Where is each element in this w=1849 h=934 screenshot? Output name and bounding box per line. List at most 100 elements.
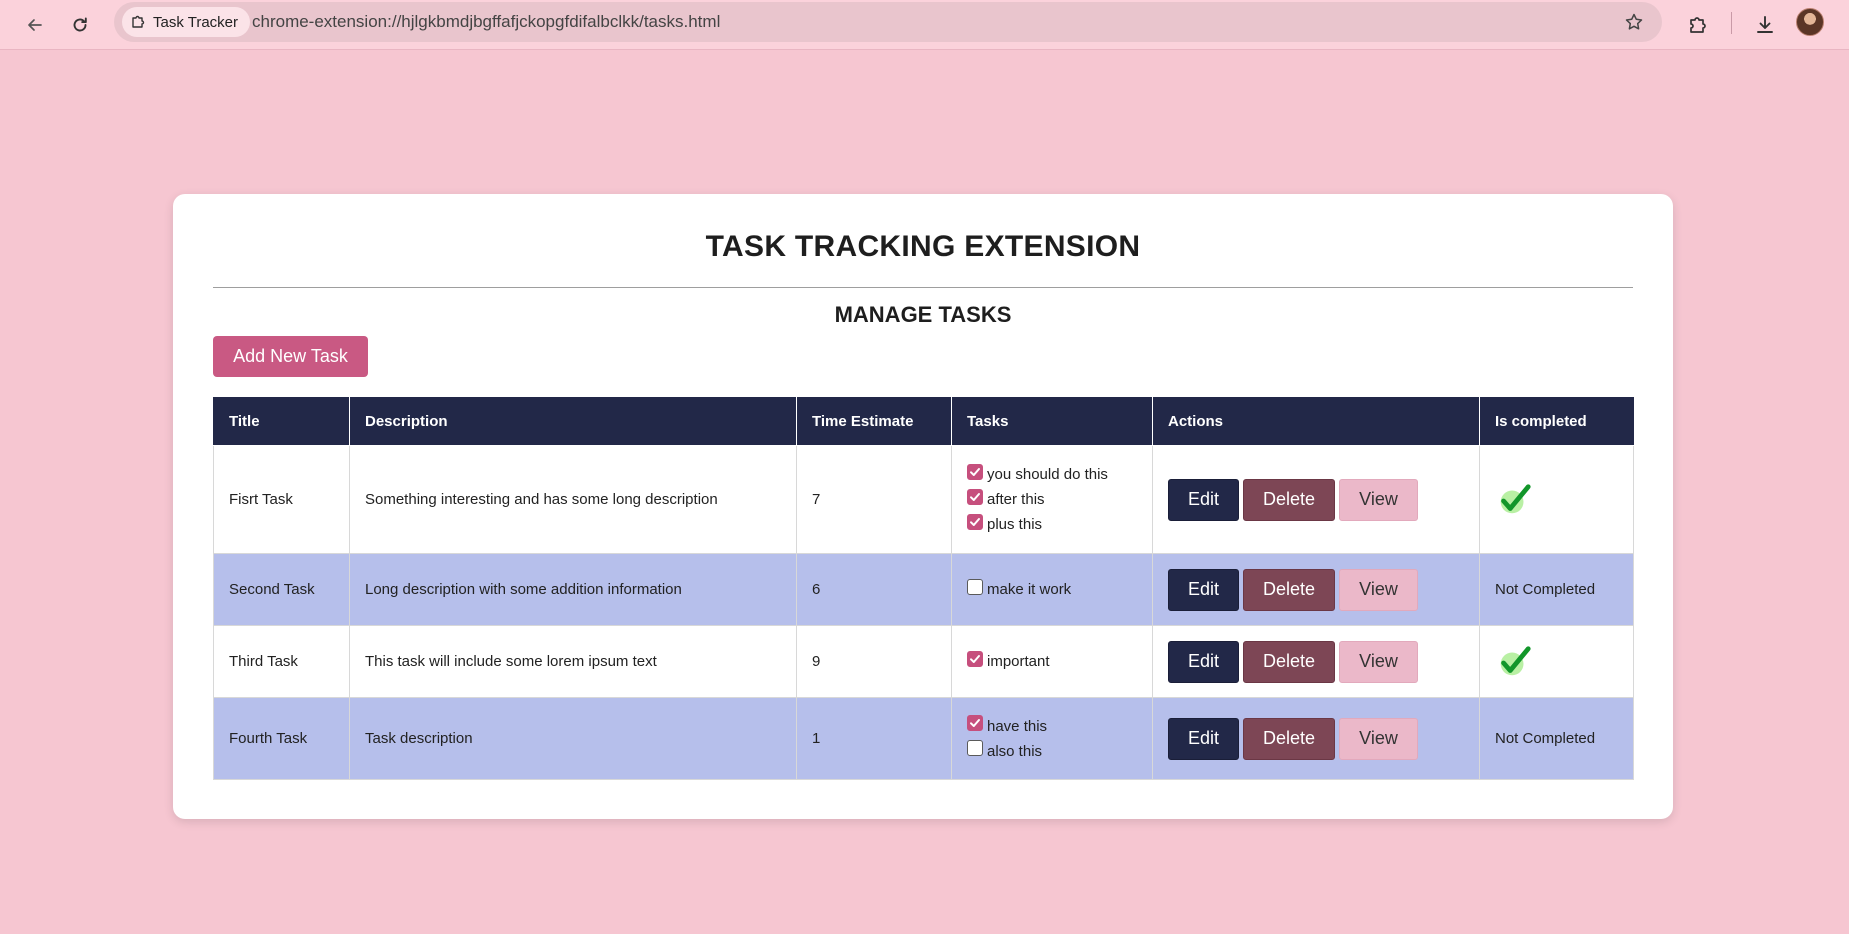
subtask-checkbox[interactable]	[967, 513, 983, 530]
task-title: Second Task	[213, 553, 350, 626]
subtask-label: have this	[987, 717, 1048, 735]
task-title: Third Task	[213, 625, 350, 698]
subtask-checkbox[interactable]	[967, 740, 983, 756]
bookmark-button[interactable]	[1620, 8, 1648, 36]
completed-cell	[1479, 625, 1634, 698]
subtask-item: have this	[967, 714, 1137, 739]
page-title: TASK TRACKING EXTENSION	[705, 230, 1141, 263]
table-row: Second Task Long description with some a…	[213, 553, 1634, 626]
title-divider	[213, 287, 1633, 288]
subtask-label: also this	[987, 742, 1043, 760]
edit-button[interactable]: Edit	[1168, 478, 1239, 521]
task-time-estimate: 9	[796, 625, 952, 698]
delete-button[interactable]: Delete	[1243, 478, 1335, 521]
subtask-checkbox[interactable]	[967, 715, 983, 731]
subtask-label: important	[987, 653, 1050, 670]
puzzle-icon	[1690, 17, 1706, 33]
actions-cell: Edit Delete View	[1152, 445, 1480, 554]
subtask-item: after this	[967, 487, 1137, 512]
header-tasks: Tasks	[951, 397, 1153, 446]
toolbar-divider	[1731, 12, 1732, 34]
subtask-checkbox[interactable]	[967, 650, 983, 667]
extensions-button[interactable]	[1680, 7, 1716, 43]
subtask-cell: have this also this	[951, 697, 1153, 780]
header-time-estimate: Time Estimate	[796, 397, 952, 446]
add-new-task-button[interactable]: Add New Task	[213, 336, 368, 377]
subtask-cell: make it work	[951, 553, 1153, 626]
subtask-label: you should do this	[987, 466, 1108, 483]
subtask-item: make it work	[967, 577, 1137, 602]
reload-button[interactable]	[62, 7, 98, 43]
task-description: This task will include some lorem ipsum …	[349, 625, 797, 698]
subtask-checkbox[interactable]	[967, 578, 983, 595]
subtask-cell: important	[951, 625, 1153, 698]
edit-button[interactable]: Edit	[1168, 640, 1239, 683]
table-row: Fisrt Task Something interesting and has…	[213, 445, 1634, 554]
table-row: Fourth Task Task description 1 have this…	[213, 697, 1634, 780]
delete-button[interactable]: Delete	[1243, 717, 1335, 760]
completed-status: Not Completed	[1479, 553, 1634, 626]
task-card: TASK TRACKING EXTENSION MANAGE TASKS Add…	[173, 194, 1673, 819]
site-info-chip[interactable]: Task Tracker	[122, 7, 251, 37]
table-header-row: Title Description Time Estimate Tasks Ac…	[213, 397, 1634, 446]
back-arrow-icon	[28, 19, 42, 31]
subtask-item: also this	[967, 739, 1137, 764]
subtask-cell: you should do this after this plus this	[951, 445, 1153, 554]
back-button[interactable]	[17, 7, 53, 43]
task-title: Fisrt Task	[213, 445, 350, 554]
check-icon	[970, 654, 980, 663]
profile-avatar[interactable]	[1796, 8, 1824, 36]
subtask-list: you should do this after this plus this	[967, 462, 1137, 537]
section-title: MANAGE TASKS	[834, 302, 1012, 327]
header-is-completed: Is completed	[1479, 397, 1634, 446]
browser-toolbar: Task Tracker chrome-extension://hjlgkbmd…	[0, 0, 1849, 50]
green-check-icon	[1495, 481, 1618, 519]
check-icon	[970, 467, 980, 476]
task-time-estimate: 7	[796, 445, 952, 554]
view-button[interactable]: View	[1339, 640, 1418, 683]
green-check-icon	[1495, 643, 1618, 681]
view-button[interactable]: View	[1339, 478, 1418, 521]
edit-button[interactable]: Edit	[1168, 568, 1239, 611]
tasks-table: Title Description Time Estimate Tasks Ac…	[213, 397, 1634, 780]
subtask-label: make it work	[987, 581, 1072, 598]
task-title: Fourth Task	[213, 697, 350, 780]
view-button[interactable]: View	[1339, 717, 1418, 760]
subtask-item: important	[967, 649, 1137, 674]
actions-cell: Edit Delete View	[1152, 553, 1480, 626]
reload-icon	[73, 17, 87, 32]
check-icon	[970, 719, 980, 727]
delete-button[interactable]: Delete	[1243, 640, 1335, 683]
subtask-item: plus this	[967, 512, 1137, 537]
subtask-label: plus this	[987, 516, 1043, 533]
check-icon	[970, 517, 980, 526]
subtask-checkbox[interactable]	[967, 463, 983, 480]
subtask-checkbox[interactable]	[967, 488, 983, 505]
edit-button[interactable]: Edit	[1168, 717, 1239, 760]
header-title: Title	[213, 397, 350, 446]
site-chip-label: Task Tracker	[153, 13, 239, 31]
check-icon	[970, 492, 980, 501]
header-description: Description	[349, 397, 797, 446]
subtask-list: make it work	[967, 577, 1137, 602]
task-description: Something interesting and has some long …	[349, 445, 797, 554]
task-description: Task description	[349, 697, 797, 780]
view-button[interactable]: View	[1339, 568, 1418, 611]
downloads-button[interactable]	[1747, 7, 1783, 43]
address-bar[interactable]: Task Tracker chrome-extension://hjlgkbmd…	[114, 2, 1662, 42]
task-description: Long description with some addition info…	[349, 553, 797, 626]
completed-cell	[1479, 445, 1634, 554]
header-actions: Actions	[1152, 397, 1480, 446]
delete-button[interactable]: Delete	[1243, 568, 1335, 611]
download-icon	[1757, 16, 1773, 33]
puzzle-icon	[132, 15, 145, 28]
table-row: Third Task This task will include some l…	[213, 625, 1634, 698]
subtask-list: have this also this	[967, 714, 1137, 764]
url-text[interactable]: chrome-extension://hjlgkbmdjbgffafjckopg…	[252, 2, 720, 42]
star-icon	[1625, 13, 1643, 30]
actions-cell: Edit Delete View	[1152, 625, 1480, 698]
subtask-label: after this	[987, 491, 1045, 508]
completed-status: Not Completed	[1479, 697, 1634, 780]
task-time-estimate: 1	[796, 697, 952, 780]
actions-cell: Edit Delete View	[1152, 697, 1480, 780]
